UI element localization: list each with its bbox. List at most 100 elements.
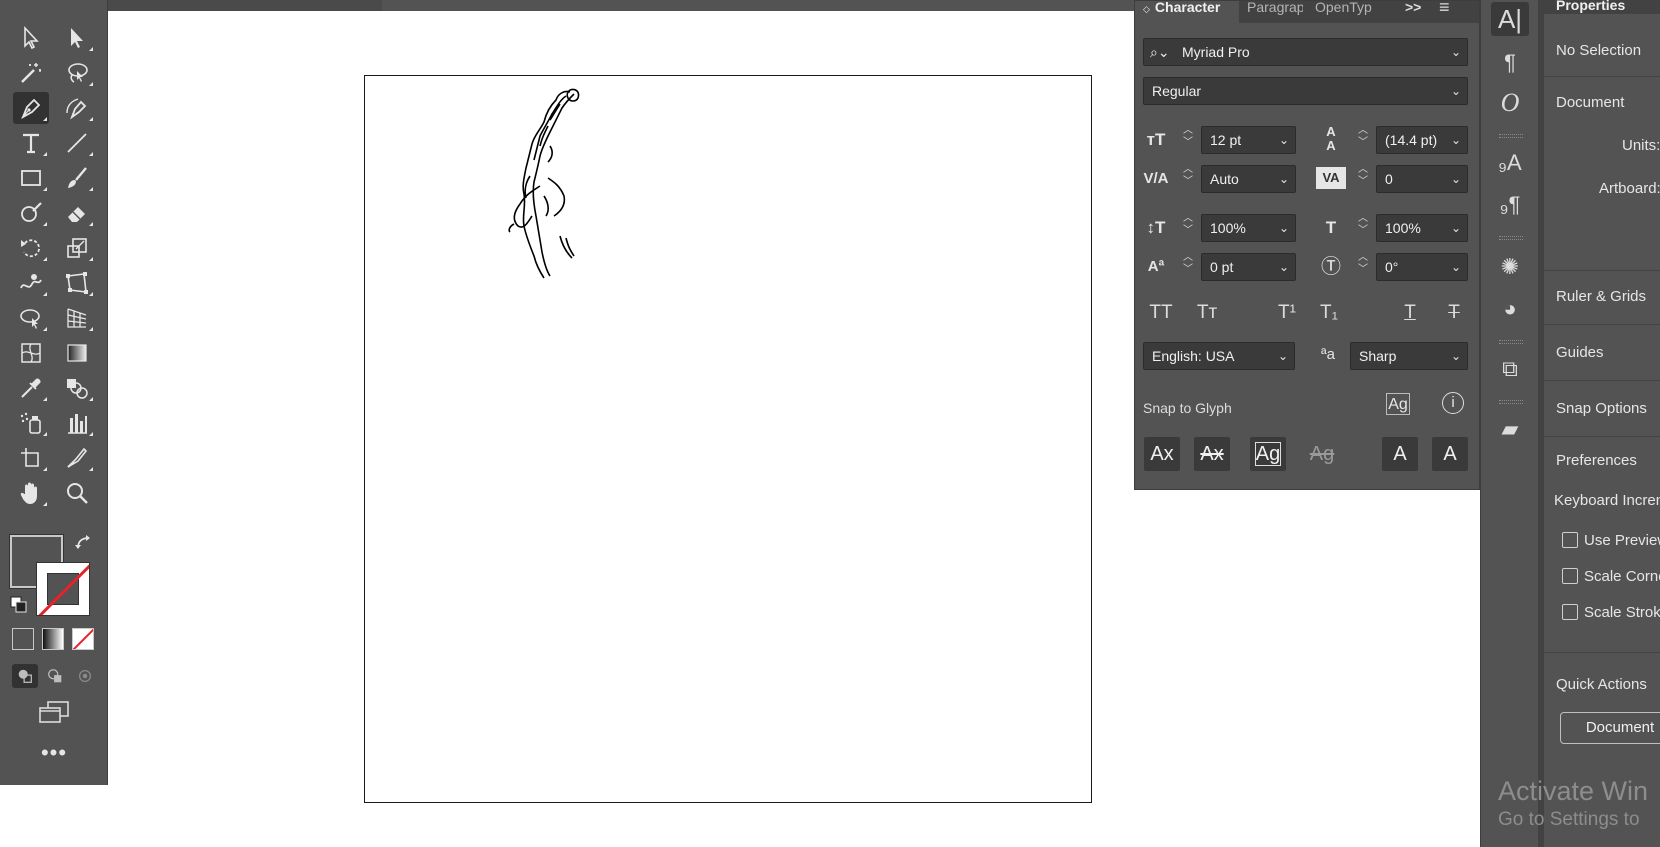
chevron-down-icon[interactable]: ⌄ [1451,127,1461,153]
artwork-sketch[interactable] [500,86,610,282]
layers-icon[interactable]: ⧉ [1491,352,1529,386]
shaper-tool[interactable] [13,197,49,229]
snap-proximity-button[interactable]: Ag [1304,437,1340,471]
tab-opentype[interactable]: OpenTyp [1315,1,1375,23]
scale-strokes-checkbox[interactable]: Scale Stroke [1562,604,1660,621]
mesh-tool[interactable] [13,337,49,369]
color-mode-button[interactable] [12,628,34,650]
blend-tool[interactable] [59,372,95,404]
antialias-field[interactable]: Sharp ⌄ [1350,342,1468,370]
default-fill-stroke-icon[interactable] [10,596,28,614]
horizontal-scale-stepper[interactable]: ︿ ﹀ [1352,214,1374,242]
chevron-down-icon[interactable]: ⌄ [1279,166,1289,192]
paragraph-panel-icon[interactable]: ¶ [1491,46,1529,80]
baseline-shift-field[interactable]: 0 pt ⌄ [1201,253,1296,281]
language-field[interactable]: English: USA ⌄ [1143,342,1295,370]
appearance-icon[interactable]: ✺ [1491,250,1529,284]
chevron-down-icon[interactable]: ⌄ [1451,39,1461,65]
none-mode-button[interactable] [72,628,94,650]
snap-x-height-button[interactable]: Ax [1194,437,1230,471]
subscript-button[interactable]: T₁ [1312,300,1346,326]
paintbrush-tool[interactable] [59,162,95,194]
panel-overflow-button[interactable]: >> [1405,1,1427,23]
warp-tool[interactable] [13,267,49,299]
superscript-button[interactable]: T¹ [1270,300,1304,326]
strikethrough-button[interactable]: T [1437,300,1471,326]
rotation-stepper[interactable]: ︿ ﹀ [1352,253,1374,281]
pen-tool[interactable] [13,92,49,124]
leading-stepper[interactable]: ︿ ﹀ [1352,126,1374,154]
curvature-tool[interactable] [59,92,95,124]
scale-tool[interactable] [59,232,95,264]
tracking-field[interactable]: 0 ⌄ [1376,165,1468,193]
transparency-icon[interactable]: ◕ [1491,292,1529,326]
eyedropper-tool[interactable] [13,372,49,404]
all-caps-button[interactable]: TT [1144,300,1178,326]
info-icon[interactable]: i [1442,392,1464,414]
chevron-down-icon[interactable]: ⌄ [1451,343,1461,369]
tab-character[interactable]: ◇ Character [1135,1,1239,23]
edit-toolbar-button[interactable]: ••• [36,742,72,768]
chevron-down-icon[interactable]: ⌄ [1451,78,1461,104]
underline-button[interactable]: T [1393,300,1427,326]
free-transform-tool[interactable] [59,267,95,299]
lasso-tool[interactable] [59,57,95,89]
chevron-down-icon[interactable]: ⌄ [1451,254,1461,280]
zoom-tool[interactable] [59,477,95,509]
selection-tool[interactable] [59,22,95,54]
font-family-field[interactable]: ⌕⌄ Myriad Pro ⌄ [1143,38,1468,66]
perspective-grid-tool[interactable] [59,302,95,334]
vertical-scale-field[interactable]: 100% ⌄ [1201,214,1296,242]
chevron-down-icon[interactable]: ⌄ [1279,215,1289,241]
artboard-tool[interactable] [13,442,49,474]
swap-fill-stroke-icon[interactable] [74,534,94,554]
column-graph-tool[interactable] [59,407,95,439]
gradient-mode-button[interactable] [42,628,64,650]
line-segment-tool[interactable] [59,127,95,159]
draw-normal-button[interactable] [12,664,38,688]
font-size-stepper[interactable]: ︿ ﹀ [1177,126,1199,154]
small-caps-button[interactable]: Tт [1190,300,1224,326]
guides-section-title[interactable]: Guides [1556,344,1604,361]
kerning-stepper[interactable]: ︿ ﹀ [1177,165,1199,193]
opentype-panel-icon[interactable]: O [1491,86,1529,120]
slice-tool[interactable] [59,442,95,474]
tab-paragraph[interactable]: Paragrap [1247,1,1303,23]
hand-tool[interactable] [13,477,49,509]
ruler-grids-section-title[interactable]: Ruler & Grids [1556,288,1646,305]
eraser-tool[interactable] [59,197,95,229]
gradient-tool[interactable] [59,337,95,369]
type-tool[interactable] [13,127,49,159]
rotate-tool[interactable] [13,232,49,264]
comments-icon[interactable]: ▰ [1491,412,1529,446]
chevron-down-icon[interactable]: ⌄ [1278,343,1288,369]
chevron-down-icon[interactable]: ⌄ [1279,127,1289,153]
snap-angular-button[interactable]: A [1382,437,1418,471]
shape-builder-tool[interactable] [13,302,49,334]
strip-grip[interactable] [1499,134,1523,138]
document-tab[interactable] [106,0,382,11]
chevron-down-icon[interactable]: ⌄ [1451,215,1461,241]
strip-grip[interactable] [1499,400,1523,404]
magic-wand-tool[interactable] [13,57,49,89]
draw-inside-button[interactable] [72,664,98,688]
leading-field[interactable]: (14.4 pt) ⌄ [1376,126,1468,154]
horizontal-scale-field[interactable]: 100% ⌄ [1376,214,1468,242]
direct-selection-tool[interactable] [13,22,49,54]
kerning-field[interactable]: Auto ⌄ [1201,165,1296,193]
document-setup-button[interactable]: Document [1560,712,1660,744]
strip-grip[interactable] [1499,236,1523,240]
symbol-sprayer-tool[interactable] [13,407,49,439]
font-style-field[interactable]: Regular ⌄ [1143,77,1468,105]
scale-corners-checkbox[interactable]: Scale Corne [1562,568,1660,585]
stroke-color-swatch[interactable] [36,562,90,616]
chevron-down-icon[interactable]: ⌄ [1279,254,1289,280]
panel-menu-icon[interactable]: ≡ [1439,1,1469,23]
character-panel-icon[interactable]: A| [1491,2,1529,36]
use-preview-checkbox[interactable]: Use Preview [1562,532,1660,549]
artboard[interactable] [364,75,1092,803]
strip-grip[interactable] [1499,340,1523,344]
tracking-stepper[interactable]: ︿ ﹀ [1352,165,1374,193]
rectangle-tool[interactable] [13,162,49,194]
paragraph-styles-icon[interactable]: ₉¶ [1491,188,1529,222]
